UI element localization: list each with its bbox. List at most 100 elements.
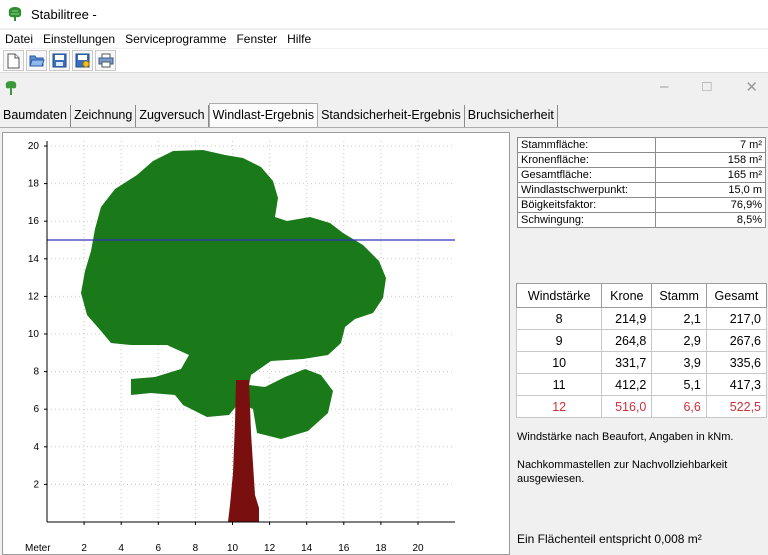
tab-zeichnung[interactable]: Zeichnung [70,105,137,127]
col-windstaerke: Windstärke [515,283,603,308]
menu-hilfe[interactable]: Hilfe [282,30,316,48]
table-cell: 8 [515,307,603,330]
col-gesamt: Gesamt [705,283,768,308]
area-note: Ein Flächenteil entspricht 0,008 m² [517,532,702,546]
x-tick-label: 20 [412,543,424,554]
document-window-bar: – □ ✕ [0,76,768,100]
maximize-button[interactable]: □ [702,78,711,96]
x-tick-label: 18 [375,543,387,554]
info-value: 165 m² [655,167,766,183]
tab-baumdaten[interactable]: Baumdaten [0,105,71,127]
info-value: 15,0 m [655,182,766,198]
info-label: Gesamtfläche: [517,167,656,183]
table-cell: 417,3 [705,373,768,396]
info-row: Kronenfläche: 158 m² [517,152,766,168]
info-row: Stammfläche: 7 m² [517,137,766,153]
table-cell: 2,9 [651,329,707,352]
tab-standsicherheit-ergebnis[interactable]: Standsicherheit-Ergebnis [318,105,465,127]
table-cell: 6,6 [651,395,707,418]
table-cell: 214,9 [601,307,653,330]
tab-bruchsicherheit[interactable]: Bruchsicherheit [464,105,558,127]
table-row: 9 264,8 2,9 267,6 [515,329,768,352]
decimals-note: Nachkommastellen zur Nachvollziehbarkeit… [517,459,728,485]
info-value: 7 m² [655,137,766,153]
tree-crown [81,150,386,439]
tree-icon [5,81,17,95]
x-axis-unit-label: Meter [25,543,51,554]
tab-zugversuch[interactable]: Zugversuch [136,105,209,127]
table-row: 11 412,2 5,1 417,3 [515,373,768,396]
y-tick-label: 16 [28,216,40,227]
menu-datei[interactable]: Datei [0,30,38,48]
info-row: Windlastschwerpunkt: 15,0 m [517,182,766,198]
print-button[interactable] [95,50,116,71]
table-cell: 335,6 [705,351,768,374]
title-bar: Stabilitree - [0,0,768,28]
table-row: 12 516,0 6,6 522,5 [515,395,768,418]
menu-fenster[interactable]: Fenster [231,30,282,48]
new-document-icon [7,53,20,68]
area-info-table: Stammfläche: 7 m² Kronenfläche: 158 m² Gesam… [517,137,766,228]
y-tick-label: 12 [28,291,40,302]
open-folder-button[interactable] [26,50,47,71]
info-row: Böigkeitsfaktor: 76,9% [517,197,766,213]
table-cell: 412,2 [601,373,653,396]
menu-serviceprogramme[interactable]: Serviceprogramme [120,30,231,48]
minimize-button[interactable]: – [660,78,668,96]
plot-canvas: 2 4 6 8 10 12 14 16 18 20 2 4 6 8 10 12 14 16 18 20 Meter [25,141,455,554]
info-row: Gesamtfläche: 165 m² [517,167,766,183]
open-folder-icon [28,55,45,67]
info-label: Windlastschwerpunkt: [517,182,656,198]
save-as-button[interactable] [72,50,93,71]
table-cell: 2,1 [651,307,707,330]
info-label: Böigkeitsfaktor: [517,197,656,213]
table-cell: 11 [515,373,603,396]
info-label: Stammfläche: [517,137,656,153]
save-icon [52,53,67,68]
table-cell: 5,1 [651,373,707,396]
x-tick-label: 6 [156,543,162,554]
toolbar [0,49,768,73]
info-value: 76,9% [655,197,766,213]
table-cell: 522,5 [705,395,768,418]
save-as-icon [75,53,90,68]
y-tick-label: 2 [33,479,39,490]
save-button[interactable] [49,50,70,71]
table-row: 10 331,7 3,9 335,6 [515,351,768,374]
tree-icon [8,7,22,21]
x-tick-label: 2 [81,543,87,554]
y-tick-label: 6 [33,404,39,415]
table-row: 8 214,9 2,1 217,0 [515,307,768,330]
table-cell: 217,0 [705,307,768,330]
x-axis-ticks: 2 4 6 8 10 12 14 16 18 20 [81,522,424,554]
x-tick-label: 14 [301,543,313,554]
y-tick-label: 4 [33,442,39,453]
table-cell: 516,0 [601,395,653,418]
y-tick-label: 14 [28,254,40,265]
close-button[interactable]: ✕ [745,78,758,96]
x-tick-label: 8 [193,543,199,554]
info-value: 158 m² [655,152,766,168]
new-document-button[interactable] [3,50,24,71]
wind-load-table: Windstärke Krone Stamm Gesamt 8 214,9 2,1 2… [515,283,768,418]
tab-strip: Baumdaten Zeichnung Zugversuch Windlast-… [0,103,768,127]
y-tick-label: 20 [28,141,40,152]
print-icon [98,53,113,68]
x-tick-label: 10 [227,543,239,554]
tab-content: 2 4 6 8 10 12 14 16 18 20 2 4 6 8 10 12 14 16 18 20 Meter … [0,127,768,555]
info-label: Kronenfläche: [517,152,656,168]
y-axis-ticks: 2 4 6 8 10 12 14 16 18 20 [28,141,47,490]
x-tick-label: 16 [338,543,350,554]
y-tick-label: 8 [33,367,39,378]
table-cell: 9 [515,329,603,352]
col-stamm: Stamm [651,283,707,308]
window-title: Stabilitree - [31,6,97,22]
tab-windlast-ergebnis[interactable]: Windlast-Ergebnis [208,103,319,127]
menu-einstellungen[interactable]: Einstellungen [38,30,120,48]
table-cell: 331,7 [601,351,653,374]
info-value: 8,5% [655,212,766,228]
table-cell: 10 [515,351,603,374]
table-cell: 264,8 [601,329,653,352]
y-tick-label: 10 [28,329,40,340]
table-cell: 267,6 [705,329,768,352]
